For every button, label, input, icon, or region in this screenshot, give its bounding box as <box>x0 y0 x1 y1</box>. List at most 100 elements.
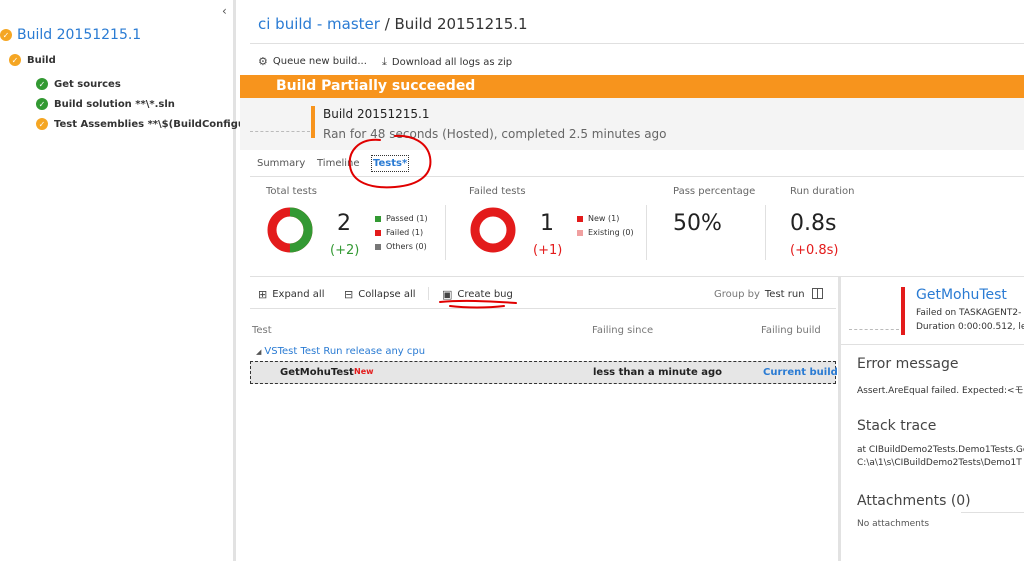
download-logs-button[interactable]: ⤓ Download all logs as zip <box>382 55 512 69</box>
total-tests-donut <box>267 207 313 253</box>
donut-new-segment <box>470 207 516 253</box>
stack-trace-heading: Stack trace <box>857 418 937 434</box>
divider <box>250 43 1024 44</box>
breadcrumb-separator: / <box>379 15 395 33</box>
stat-separator <box>646 205 647 260</box>
group-by-control[interactable]: Group by Test run <box>714 289 805 300</box>
stat-separator <box>765 205 766 260</box>
attachments-heading: Attachments (0) <box>857 493 971 509</box>
download-icon: ⤓ <box>382 55 387 68</box>
tree-item-step[interactable]: ✓ Get sources <box>36 78 121 90</box>
run-duration-label: Run duration <box>790 186 855 197</box>
tree-item-phase[interactable]: ✓ Build <box>9 54 56 66</box>
column-header-failing-since[interactable]: Failing since <box>592 325 653 336</box>
red-underline-annotation <box>439 299 517 309</box>
group-by-value: Test run <box>764 289 805 300</box>
expand-all-label: Expand all <box>272 289 325 300</box>
tree-item-step[interactable]: ✓ Build solution **\*.sln <box>36 98 175 110</box>
download-label: Download all logs as zip <box>391 56 513 68</box>
build-definition-link[interactable]: ci build - master <box>258 15 380 33</box>
toggle-details-pane-icon[interactable] <box>812 288 823 299</box>
dashed-divider <box>849 329 899 330</box>
collapse-all-label: Collapse all <box>358 289 416 300</box>
table-row[interactable]: GetMohuTest New less than a minute ago C… <box>250 361 838 384</box>
summary-build-name: Build 20151215.1 <box>323 107 430 121</box>
queue-label: Queue new build... <box>272 56 367 67</box>
tree-item-step[interactable]: ✓ Test Assemblies **\$(BuildConfigur... <box>36 118 260 130</box>
divider <box>961 512 1024 513</box>
legend-passed: Passed (1) <box>375 214 428 223</box>
tab-summary[interactable]: Summary <box>257 158 305 169</box>
attachments-empty-text: No attachments <box>857 519 930 529</box>
partial-success-icon: ✓ <box>9 54 21 66</box>
failed-tests-value: 1 <box>540 211 554 236</box>
detail-test-name[interactable]: GetMohuTest <box>916 287 1007 303</box>
failed-tests-donut <box>470 207 516 253</box>
total-tests-value: 2 <box>337 211 351 236</box>
stack-trace-line: C:\a\1\s\CIBuildDemo2Tests\Demo1T <box>857 458 1022 468</box>
failed-tests-delta: (+1) <box>533 243 563 258</box>
collapse-all-button[interactable]: ⊟ Collapse all <box>344 288 416 301</box>
tree-step-label: Get sources <box>54 78 121 90</box>
tree-item-build[interactable]: ✓ Build 20151215.1 <box>0 27 141 43</box>
legend-swatch <box>375 229 381 236</box>
legend-label: New (1) <box>588 214 620 223</box>
legend-swatch <box>375 243 381 250</box>
queue-build-icon: ⚙ <box>258 55 268 68</box>
tree-step-label: Build solution **\*.sln <box>54 98 175 110</box>
build-name: Build 20151215.1 <box>394 15 528 33</box>
group-by-label: Group by <box>714 289 760 300</box>
legend-existing: Existing (0) <box>577 228 634 237</box>
legend-swatch <box>577 215 583 222</box>
collapse-sidebar-button[interactable]: ‹ <box>222 4 227 18</box>
pass-percentage-label: Pass percentage <box>673 186 756 197</box>
legend-others: Others (0) <box>375 242 427 251</box>
legend-label: Passed (1) <box>386 214 428 223</box>
stat-separator <box>445 205 446 260</box>
run-duration-delta: (+0.8s) <box>790 243 839 258</box>
stack-trace-line: at CIBuildDemo2Tests.Demo1Tests.Ge <box>857 445 1024 455</box>
expand-icon: ⊞ <box>258 288 268 301</box>
success-icon: ✓ <box>36 78 48 90</box>
column-header-failing-build[interactable]: Failing build <box>761 325 821 336</box>
failed-tests-label: Failed tests <box>469 186 526 197</box>
tree-phase-label: Build <box>27 54 56 66</box>
test-run-group-row[interactable]: ◢ VSTest Test Run release any cpu <box>256 346 425 357</box>
page-title: ci build - master / Build 20151215.1 <box>258 15 528 33</box>
detail-duration: Duration 0:00:00.512, les <box>916 322 1024 332</box>
error-message-text: Assert.AreEqual failed. Expected:<モ <box>857 386 1024 396</box>
partial-success-icon: ✓ <box>0 29 12 41</box>
build-status-banner: Build Partially succeeded <box>240 75 1024 98</box>
run-duration-value: 0.8s <box>790 211 837 236</box>
test-name: GetMohuTest <box>280 367 354 378</box>
partial-success-icon: ✓ <box>36 118 48 130</box>
success-icon: ✓ <box>36 98 48 110</box>
failing-since-value: less than a minute ago <box>593 367 722 378</box>
total-tests-delta: (+2) <box>330 243 360 258</box>
current-build-link[interactable]: Current build <box>763 367 838 378</box>
pass-percentage-value: 50% <box>673 211 722 236</box>
divider <box>250 308 836 309</box>
legend-label: Failed (1) <box>386 228 424 237</box>
test-run-group-label: VSTest Test Run release any cpu <box>264 346 426 357</box>
error-message-heading: Error message <box>857 356 959 372</box>
column-header-test[interactable]: Test <box>252 325 272 336</box>
divider <box>841 344 1024 345</box>
test-detail-pane: GetMohuTest Failed on TASKAGENT2- Durati… <box>838 277 1024 561</box>
tree-build-title: Build 20151215.1 <box>17 27 142 43</box>
expand-all-button[interactable]: ⊞ Expand all <box>258 288 324 301</box>
collapse-icon: ⊟ <box>344 288 354 301</box>
tree-step-label: Test Assemblies **\$(BuildConfigur... <box>54 118 260 130</box>
status-bar <box>311 106 315 138</box>
legend-swatch <box>577 229 583 236</box>
legend-label: Existing (0) <box>588 228 634 237</box>
legend-failed: Failed (1) <box>375 228 423 237</box>
failure-indicator <box>901 287 905 335</box>
legend-swatch <box>375 215 381 222</box>
queue-new-build-button[interactable]: ⚙ Queue new build... <box>258 55 367 68</box>
red-circle-annotation <box>348 134 432 189</box>
legend-label: Others (0) <box>386 242 427 251</box>
new-badge: New <box>354 367 374 376</box>
legend-new: New (1) <box>577 214 619 223</box>
collapse-triangle-icon: ◢ <box>256 348 262 356</box>
